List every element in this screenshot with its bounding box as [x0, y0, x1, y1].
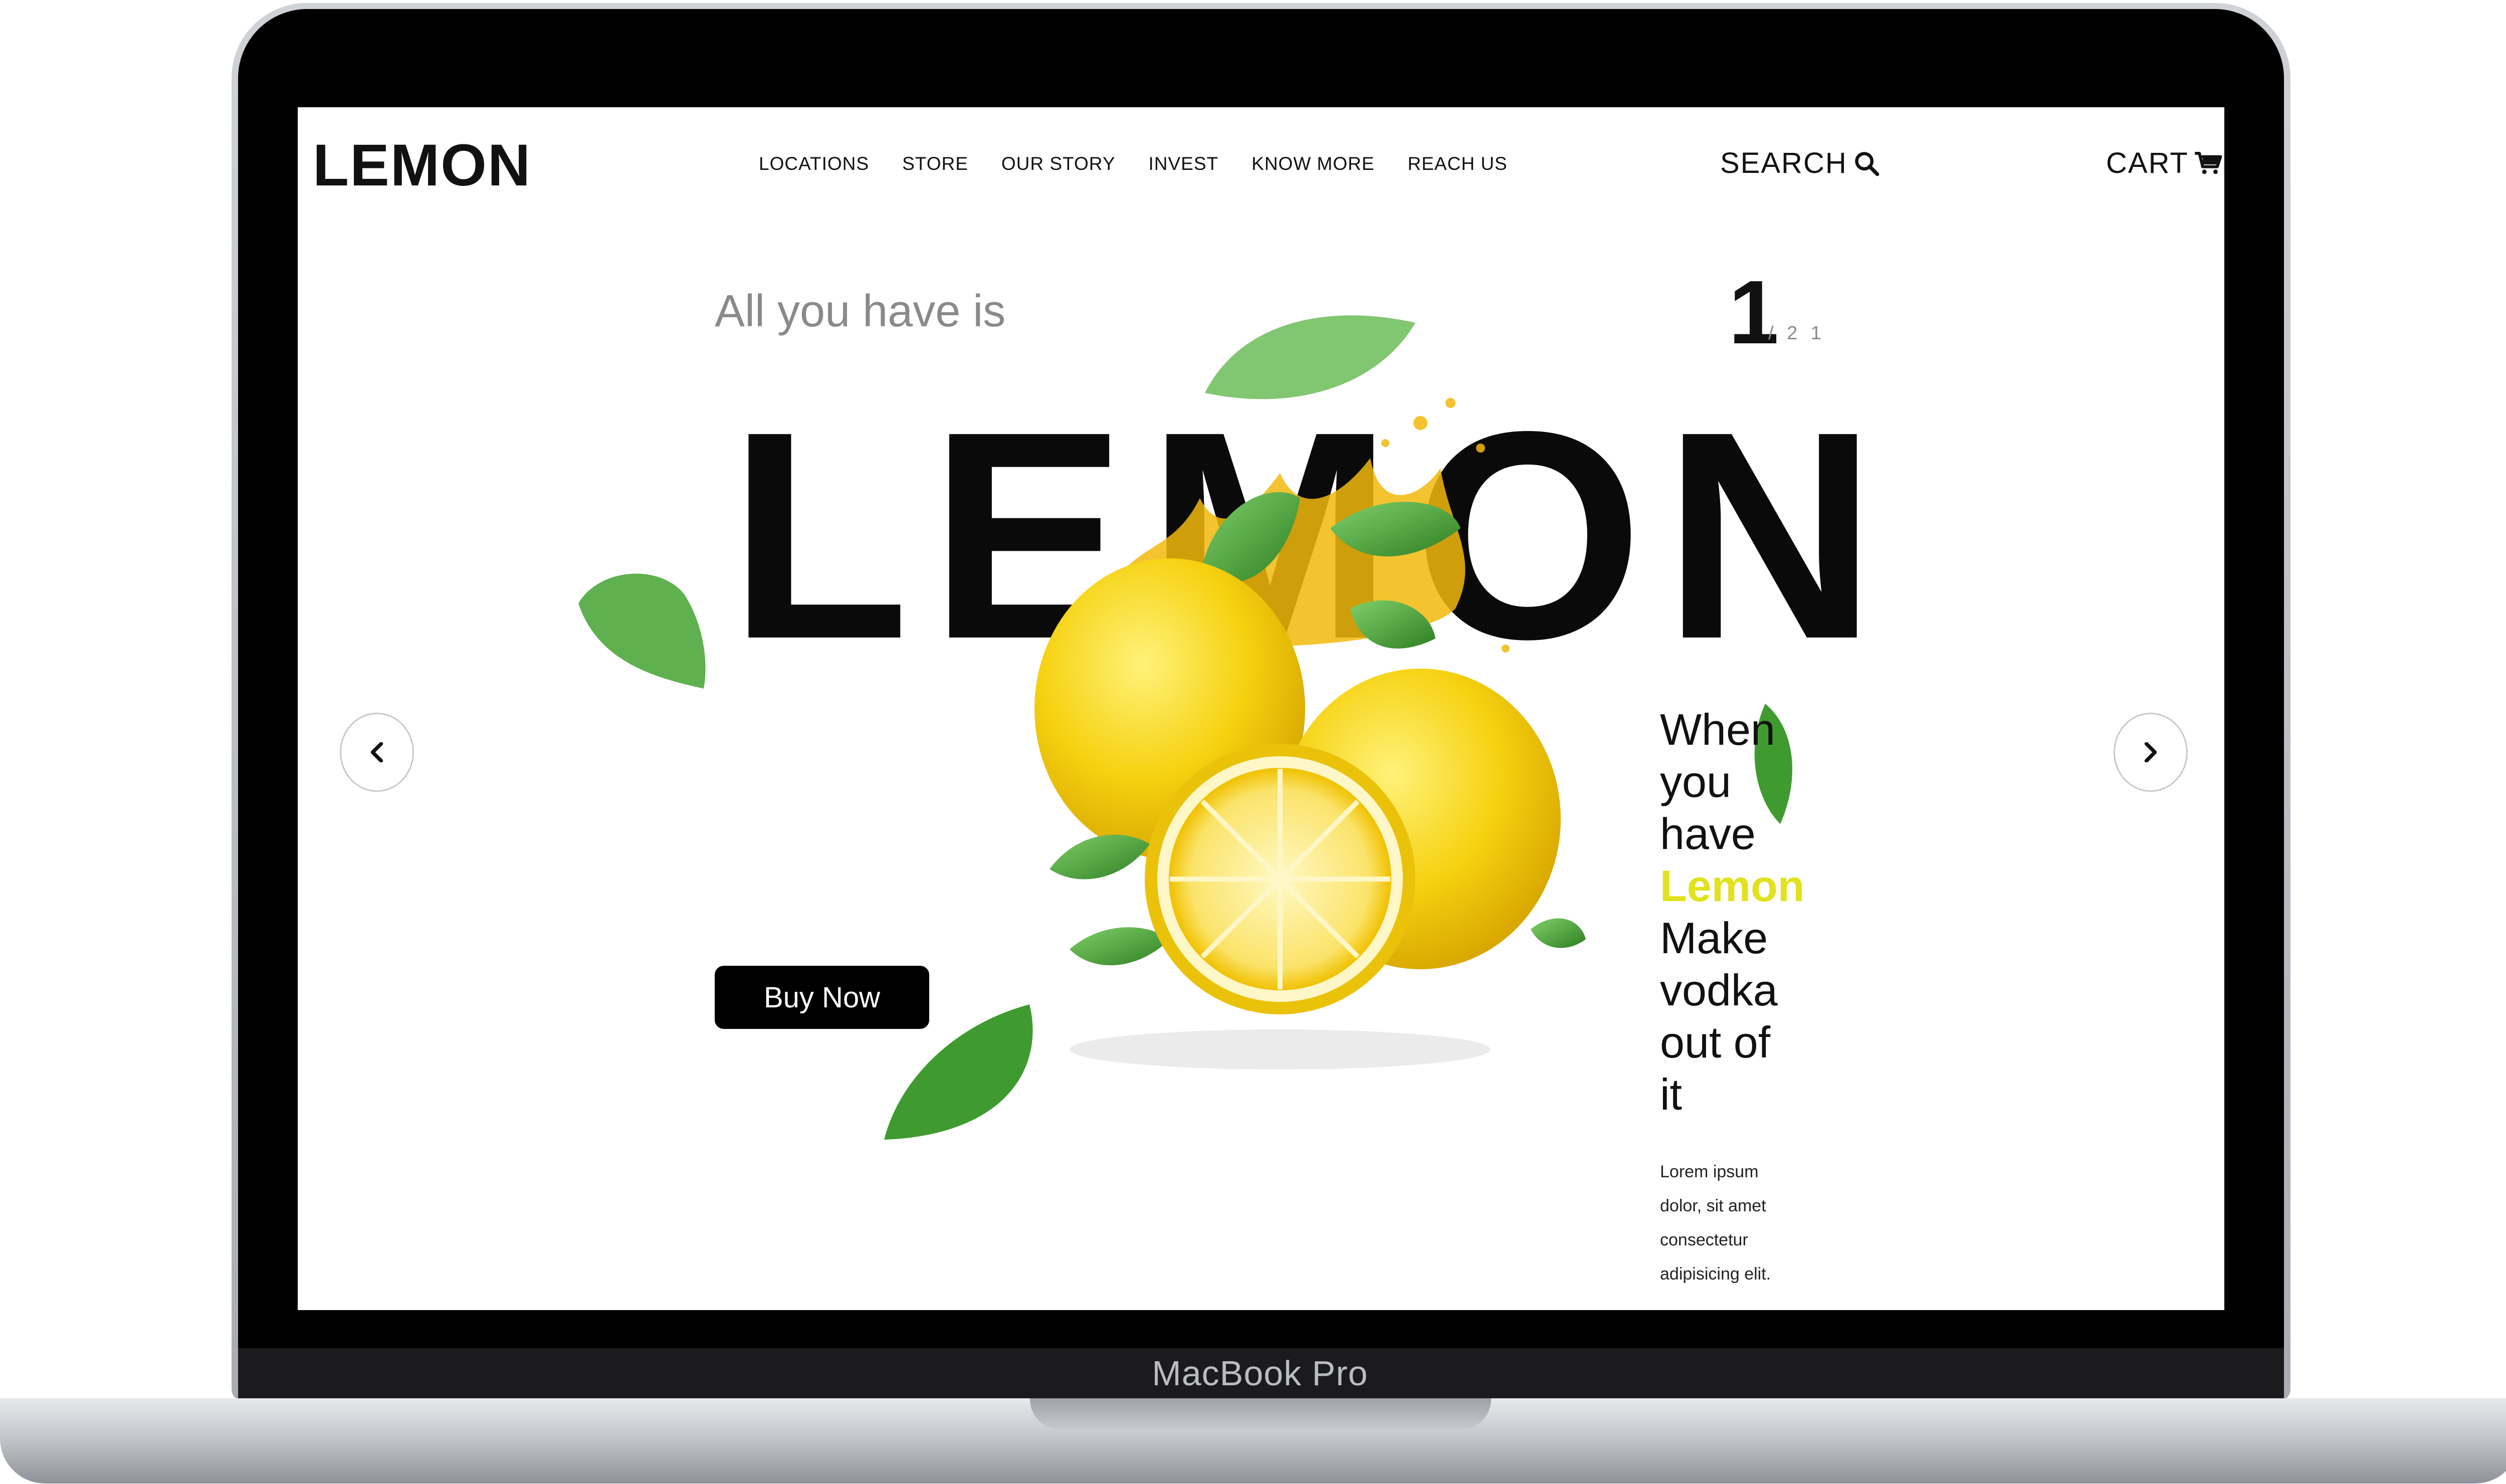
laptop-notch — [1030, 1398, 1491, 1429]
quote-line-8: it — [1660, 1070, 1682, 1119]
chevron-left-icon — [370, 742, 383, 762]
nav-store[interactable]: STORE — [902, 153, 968, 174]
search-label: SEARCH — [1720, 147, 1847, 179]
quote-line-2: you — [1660, 757, 1731, 806]
description-line: Lorem ipsum — [1660, 1162, 1759, 1181]
website-screen: LEMON LOCATIONS STORE OUR STORY INVEST K… — [298, 107, 2224, 1310]
carousel-next-button[interactable] — [2114, 713, 2188, 792]
cart-icon — [2195, 151, 2222, 174]
nav-invest[interactable]: INVEST — [1149, 153, 1219, 174]
search-icon — [1854, 151, 1880, 176]
nav-reach-us[interactable]: REACH US — [1408, 153, 1508, 174]
description-line: dolor, sit amet — [1660, 1196, 1766, 1215]
quote-line-6: vodka — [1660, 965, 1778, 1015]
quote-accent: Lemon — [1660, 861, 1805, 911]
hero-description: Lorem ipsum dolor, sit amet consectetur … — [1660, 1155, 1840, 1291]
floating-leaf-left — [578, 573, 706, 689]
nav-our-story[interactable]: OUR STORY — [1001, 153, 1116, 174]
main-menu: LOCATIONS STORE OUR STORY INVEST KNOW MO… — [759, 153, 1508, 174]
quote-line-1: When — [1660, 705, 1775, 754]
description-line: consectetur — [1660, 1230, 1748, 1249]
brand-logo[interactable]: LEMON — [313, 131, 531, 199]
hero-tagline: All you have is — [715, 286, 1006, 336]
top-navigation: LEMON LOCATIONS STORE OUR STORY INVEST K… — [298, 107, 2224, 223]
buy-now-button[interactable]: Buy Now — [715, 966, 929, 1029]
slide-total: / 2 1 — [1768, 323, 1825, 344]
cart-button[interactable]: CART — [2106, 146, 2223, 180]
quote-line-5: Make — [1660, 913, 1768, 963]
carousel-prev-button[interactable] — [340, 713, 414, 792]
chevron-right-icon — [2144, 742, 2157, 762]
quote-line-7: out of — [1660, 1017, 1771, 1067]
search-button[interactable]: SEARCH — [1720, 146, 1880, 180]
floating-leaf-top — [1205, 315, 1415, 399]
nav-locations[interactable]: LOCATIONS — [759, 153, 869, 174]
cart-label: CART — [2106, 147, 2189, 179]
nav-know-more[interactable]: KNOW MORE — [1251, 153, 1374, 174]
device-label: MacBook Pro — [1152, 1354, 1368, 1393]
description-line: adipisicing elit. — [1660, 1264, 1771, 1284]
hero-quote: When you have Lemon Make vodka out of it — [1660, 704, 1850, 1121]
slide-current: 1 — [1729, 262, 1779, 363]
lemon-illustration — [1034, 398, 1586, 1070]
quote-line-3: have — [1660, 809, 1756, 859]
